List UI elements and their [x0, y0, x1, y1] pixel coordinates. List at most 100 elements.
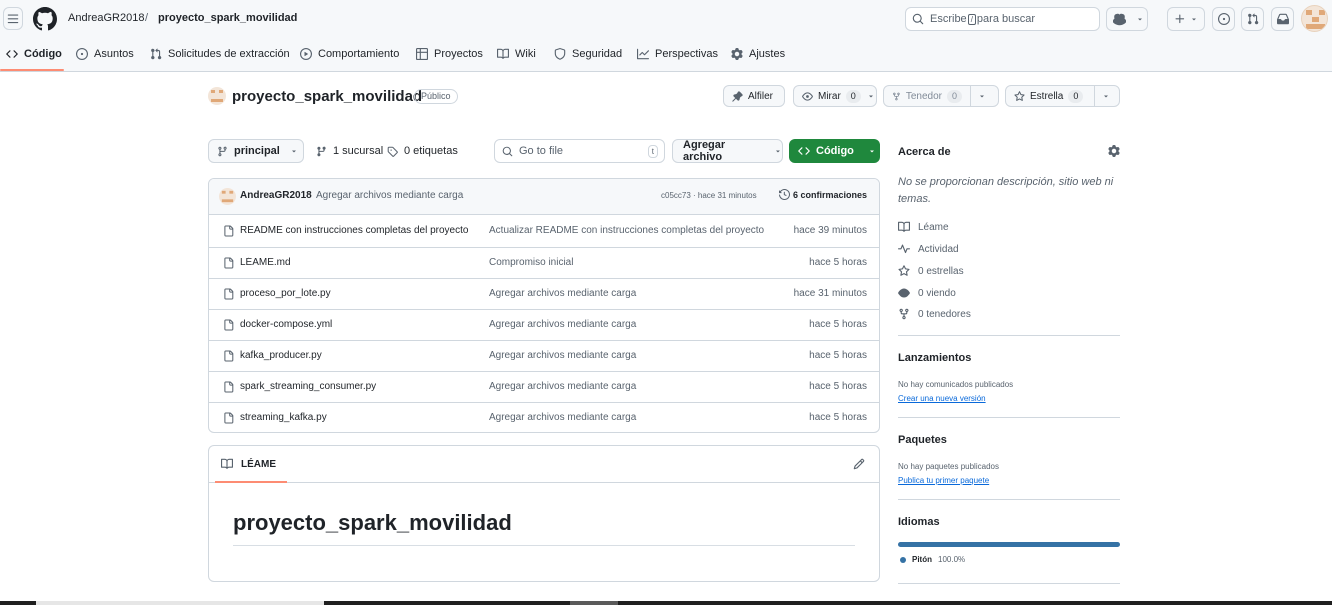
tab-security[interactable]: Seguridad	[554, 48, 622, 60]
branch-selector[interactable]: principal	[208, 139, 304, 163]
table-row[interactable]: LÉAME.md Compromiso inicial hace 5 horas	[209, 247, 879, 278]
file-commit-message[interactable]: Agregar archivos mediante carga	[489, 288, 636, 299]
file-name[interactable]: README con instrucciones completas del p…	[240, 225, 470, 236]
commit-hash-time[interactable]: c05cc73 · hace 31 minutos	[661, 191, 757, 200]
go-to-file-input[interactable]: Go to file t	[494, 139, 665, 163]
star-icon	[1014, 90, 1025, 101]
tab-wiki-label: Wiki	[515, 48, 536, 60]
tab-settings[interactable]: Ajustes	[731, 48, 785, 60]
table-row[interactable]: kafka_producer.py Agregar archivos media…	[209, 340, 879, 371]
inbox-icon	[1276, 13, 1289, 25]
book-icon	[221, 458, 233, 469]
tab-pull-requests[interactable]: Solicitudes de extracción	[150, 48, 290, 60]
breadcrumb-owner[interactable]: AndreaGR2018	[68, 12, 144, 24]
gear-icon	[731, 48, 743, 60]
repo-title[interactable]: proyecto_spark_movilidad	[232, 88, 422, 105]
menu-button[interactable]	[3, 7, 23, 30]
tab-code-label: Código	[24, 48, 62, 60]
table-row[interactable]: streaming_kafka.py Agregar archivos medi…	[209, 402, 879, 432]
tab-projects[interactable]: Proyectos	[416, 48, 483, 60]
language-name: Pitón	[912, 555, 932, 564]
create-new-button[interactable]	[1167, 7, 1205, 31]
file-commit-time: hace 5 horas	[809, 412, 867, 423]
readme-heading: proyecto_spark_movilidad	[233, 510, 512, 535]
add-file-button[interactable]: Agregar archivo	[672, 139, 783, 163]
file-name[interactable]: LÉAME.md	[240, 257, 470, 268]
code-button[interactable]: Código	[789, 139, 880, 163]
breadcrumb-repo[interactable]: proyecto_spark_movilidad	[158, 12, 297, 24]
stars-link[interactable]: 0 estrellas	[898, 265, 964, 277]
star-dropdown[interactable]	[1094, 86, 1116, 106]
pin-button[interactable]: Alfiler	[723, 85, 785, 107]
languages-heading: Idiomas	[898, 516, 940, 528]
shield-icon	[554, 48, 566, 60]
commit-author-avatar[interactable]	[219, 188, 236, 205]
fork-dropdown[interactable]	[970, 86, 992, 106]
create-release-link[interactable]: Crear una nueva versión	[898, 394, 986, 403]
file-name[interactable]: proceso_por_lote.py	[240, 288, 470, 299]
search-input[interactable]: Escribe / para buscar	[905, 7, 1100, 31]
file-commit-message[interactable]: Agregar archivos mediante carga	[489, 319, 636, 330]
table-row[interactable]: README con instrucciones completas del p…	[209, 216, 879, 247]
file-commit-message[interactable]: Agregar archivos mediante carga	[489, 412, 636, 423]
tags-link[interactable]: 0 etiquetas	[387, 145, 458, 157]
releases-heading[interactable]: Lanzamientos	[898, 352, 971, 364]
tab-wiki[interactable]: Wiki	[497, 48, 536, 60]
copilot-button[interactable]	[1106, 7, 1148, 31]
table-row[interactable]: spark_streaming_consumer.py Agregar arch…	[209, 371, 879, 402]
git-branch-icon	[218, 146, 227, 156]
file-commit-message[interactable]: Actualizar README con instrucciones comp…	[489, 225, 764, 236]
user-avatar[interactable]	[1301, 5, 1328, 32]
file-name[interactable]: docker-compose.yml	[240, 319, 470, 330]
table-row[interactable]: proceso_por_lote.py Agregar archivos med…	[209, 278, 879, 309]
taskbar-segment	[36, 601, 324, 605]
watchers-link[interactable]: 0 viendo	[898, 287, 956, 299]
forks-link[interactable]: 0 tenedores	[898, 308, 971, 320]
file-name[interactable]: streaming_kafka.py	[240, 412, 470, 423]
watch-button[interactable]: Mirar 0	[793, 85, 877, 107]
language-item[interactable]: Pitón 100.0%	[900, 555, 965, 564]
identicon-icon	[221, 190, 234, 203]
tab-insights[interactable]: Perspectivas	[637, 48, 718, 60]
commit-message[interactable]: Agregar archivos mediante carga	[316, 190, 463, 201]
pin-label: Alfiler	[748, 90, 774, 102]
table-row[interactable]: docker-compose.yml Agregar archivos medi…	[209, 309, 879, 340]
readme-link-label: Léame	[918, 221, 949, 233]
tag-icon	[387, 146, 398, 157]
chevron-down-icon	[870, 150, 874, 153]
fork-button[interactable]: Tenedor 0	[883, 85, 999, 107]
commit-author[interactable]: AndreaGR2018	[240, 190, 312, 201]
commits-link[interactable]: 6 confirmaciones	[779, 189, 867, 200]
file-commit-message[interactable]: Compromiso inicial	[489, 257, 573, 268]
book-icon	[898, 221, 910, 232]
star-button[interactable]: Estrella 0	[1005, 85, 1120, 107]
tab-actions[interactable]: Comportamiento	[300, 48, 399, 60]
readme-link[interactable]: Léame	[898, 221, 949, 233]
activity-link[interactable]: Actividad	[898, 243, 959, 255]
repo-forked-icon	[893, 92, 900, 100]
edit-readme-button[interactable]	[853, 458, 865, 470]
code-label: Código	[816, 145, 854, 157]
repo-owner-avatar[interactable]	[208, 87, 226, 105]
packages-heading[interactable]: Paquetes	[898, 434, 947, 446]
file-commit-message[interactable]: Agregar archivos mediante carga	[489, 381, 636, 392]
branches-link[interactable]: 1 sucursal	[316, 145, 383, 157]
tab-code[interactable]: Código	[6, 48, 62, 60]
issue-opened-icon	[1217, 13, 1230, 25]
file-commit-message[interactable]: Agregar archivos mediante carga	[489, 350, 636, 361]
edit-about-button[interactable]	[1108, 145, 1120, 157]
readme-tab[interactable]: LÉAME	[221, 458, 276, 470]
hamburger-icon	[7, 14, 19, 23]
publish-package-link[interactable]: Publica tu primer paquete	[898, 476, 989, 485]
tab-security-label: Seguridad	[572, 48, 623, 60]
notifications-button[interactable]	[1271, 7, 1294, 31]
file-name[interactable]: kafka_producer.py	[240, 350, 470, 361]
github-logo-icon[interactable]	[33, 7, 57, 31]
chevron-down-icon	[868, 95, 873, 98]
tab-issues[interactable]: Asuntos	[76, 48, 134, 60]
issues-button[interactable]	[1212, 7, 1235, 31]
file-name[interactable]: spark_streaming_consumer.py	[240, 381, 470, 392]
star-count: 0	[1068, 89, 1084, 103]
pull-requests-button[interactable]	[1241, 7, 1264, 31]
search-icon	[912, 13, 924, 25]
